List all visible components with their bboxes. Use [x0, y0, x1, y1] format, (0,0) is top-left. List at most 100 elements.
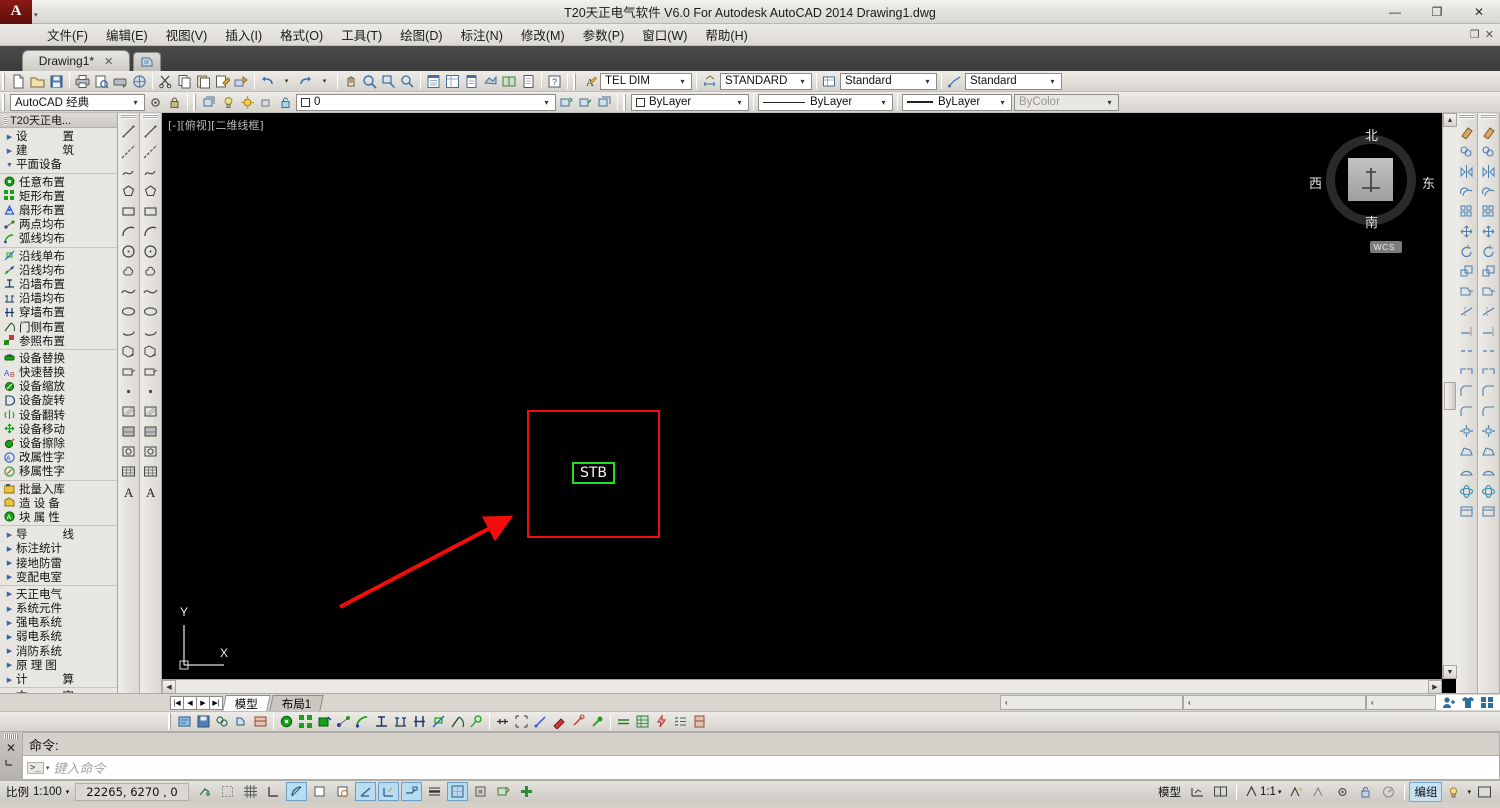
palette-item[interactable]: 批量入库 — [0, 482, 117, 496]
trim-icon[interactable] — [1457, 301, 1477, 321]
layout-prev-button[interactable]: ◀ — [183, 695, 197, 710]
rotate-icon[interactable] — [1479, 241, 1499, 261]
menu-format[interactable]: 格式(O) — [271, 23, 332, 46]
arc-icon[interactable] — [141, 221, 161, 241]
tz-open-icon[interactable] — [175, 712, 194, 731]
insert-block-icon[interactable] — [119, 341, 139, 361]
sheet-set-icon[interactable] — [500, 72, 519, 91]
palette-item[interactable]: ▶ 系统元件 — [0, 601, 117, 615]
viewport-label[interactable]: [-][俯视][二维线框] — [168, 117, 264, 133]
stb-block-entity[interactable]: STB — [572, 462, 615, 484]
select-window-icon[interactable] — [512, 712, 531, 731]
zoom-window-icon[interactable] — [379, 72, 398, 91]
properties-icon[interactable] — [1479, 501, 1499, 521]
list-icon[interactable] — [671, 712, 690, 731]
any-place-icon[interactable] — [277, 712, 296, 731]
maximize-button[interactable]: ❐ — [1416, 0, 1458, 24]
workspace-toolbar-grip[interactable] — [2, 93, 7, 111]
chevron-down-icon[interactable]: ▾ — [921, 77, 934, 86]
line-icon[interactable] — [119, 121, 139, 141]
text-style-icon[interactable]: A — [580, 72, 599, 91]
palette-item[interactable]: A 改属性字 — [0, 450, 117, 464]
make-block-icon[interactable] — [141, 361, 161, 381]
wire-conn-icon[interactable] — [569, 712, 588, 731]
move-icon[interactable] — [1479, 221, 1499, 241]
palette-item[interactable]: 沿线单布 — [0, 249, 117, 263]
menu-file[interactable]: 文件(F) — [38, 23, 97, 46]
palette-item[interactable]: 沿线均布 — [0, 263, 117, 277]
text-style-combo[interactable]: TEL DIM ▾ — [600, 72, 692, 90]
menu-tools[interactable]: 工具(T) — [332, 23, 391, 46]
canvas-vertical-scrollbar[interactable]: ▲ ▼ — [1442, 113, 1457, 679]
chevron-down-icon[interactable]: ▾ — [66, 788, 70, 796]
block-editor-icon[interactable] — [232, 72, 251, 91]
model-space-label[interactable]: 模型 — [1153, 784, 1186, 800]
properties-palette-icon[interactable] — [424, 72, 443, 91]
workspace-lock-icon[interactable] — [165, 93, 184, 112]
workspace-combo[interactable]: AutoCAD 经典 ▾ — [10, 93, 145, 111]
palette-item[interactable]: 弧线均布 — [0, 231, 117, 245]
explode-icon[interactable] — [1457, 421, 1477, 441]
scroll-thumb[interactable] — [1444, 382, 1456, 410]
spline-icon[interactable] — [141, 281, 161, 301]
palette-item[interactable]: A B 快速替换 — [0, 365, 117, 379]
palette-item[interactable]: ▶文 字 — [0, 689, 117, 693]
open-file-icon[interactable] — [28, 72, 47, 91]
extend-icon[interactable] — [1457, 321, 1477, 341]
wcs-badge[interactable]: WCS — [1369, 241, 1402, 253]
point-icon[interactable] — [141, 381, 161, 401]
viewcube-north-label[interactable]: 北 — [1365, 125, 1378, 144]
palette-item[interactable]: ▶ 标注统计 — [0, 541, 117, 555]
palette-item[interactable]: ▶ 计 算 — [0, 672, 117, 686]
insert-block-icon[interactable] — [141, 341, 161, 361]
layout-tab-layout1[interactable]: 布局1 — [269, 694, 325, 711]
redo-dropdown-icon[interactable]: ▾ — [315, 72, 334, 91]
erase-icon[interactable] — [1457, 121, 1477, 141]
reference-place-icon[interactable] — [467, 712, 486, 731]
ellipse-arc-icon[interactable] — [119, 321, 139, 341]
tz-settings-icon[interactable] — [232, 712, 251, 731]
canvas-horizontal-scrollbar[interactable]: ◀ ▶ — [162, 679, 1442, 694]
palette-item[interactable]: 设备替换 — [0, 351, 117, 365]
palette-grip[interactable] — [4, 115, 7, 125]
array-icon[interactable] — [1457, 201, 1477, 221]
make-block-icon[interactable] — [119, 361, 139, 381]
chevron-down-icon[interactable]: ▾ — [1465, 788, 1473, 796]
along-wall-icon[interactable] — [372, 712, 391, 731]
wall-even-icon[interactable] — [391, 712, 410, 731]
close-button[interactable]: ✕ — [1458, 0, 1500, 24]
palette-item[interactable]: 参照布置 — [0, 334, 117, 348]
markup-set-icon[interactable] — [519, 72, 538, 91]
arc-place-icon[interactable] — [353, 712, 372, 731]
scroll-track[interactable] — [1443, 127, 1456, 382]
palette-item[interactable]: ▶ 设 置 — [0, 129, 117, 143]
scale-control[interactable]: 比例 1:100 ▾ — [0, 782, 75, 802]
menu-edit[interactable]: 编辑(E) — [97, 23, 157, 46]
properties-toolbar-grip[interactable] — [623, 93, 628, 111]
wire-edit-icon[interactable] — [550, 712, 569, 731]
revision-cloud-icon[interactable] — [141, 261, 161, 281]
3d-orbit-icon[interactable] — [1457, 481, 1477, 501]
auto-add-scale-icon[interactable] — [1309, 782, 1330, 801]
chamfer-icon[interactable] — [1479, 381, 1499, 401]
gradient-icon[interactable] — [141, 421, 161, 441]
viewcube-west-label[interactable]: 西 — [1309, 173, 1322, 192]
layout-next-button[interactable]: ▶ — [196, 695, 210, 710]
palette-item[interactable]: 设备旋转 — [0, 393, 117, 407]
toolbar-grip[interactable] — [143, 114, 158, 119]
table-style-icon[interactable] — [820, 72, 839, 91]
polygon-icon[interactable] — [141, 181, 161, 201]
fillet-icon[interactable] — [1457, 401, 1477, 421]
plot-icon[interactable] — [73, 72, 92, 91]
menu-dimension[interactable]: 标注(N) — [452, 23, 512, 46]
break-icon[interactable] — [1479, 341, 1499, 361]
menu-parametric[interactable]: 参数(P) — [574, 23, 634, 46]
rotate-icon[interactable] — [1457, 241, 1477, 261]
chevron-down-icon[interactable]: ▾ — [877, 98, 890, 107]
designcenter-icon[interactable] — [443, 72, 462, 91]
ortho-mode-toggle[interactable] — [263, 782, 284, 801]
chevron-down-icon[interactable]: ▾ — [996, 98, 1009, 107]
equal-icon[interactable] — [614, 712, 633, 731]
lineweight-toggle[interactable] — [424, 782, 445, 801]
layout-first-button[interactable]: |◀ — [170, 695, 184, 710]
